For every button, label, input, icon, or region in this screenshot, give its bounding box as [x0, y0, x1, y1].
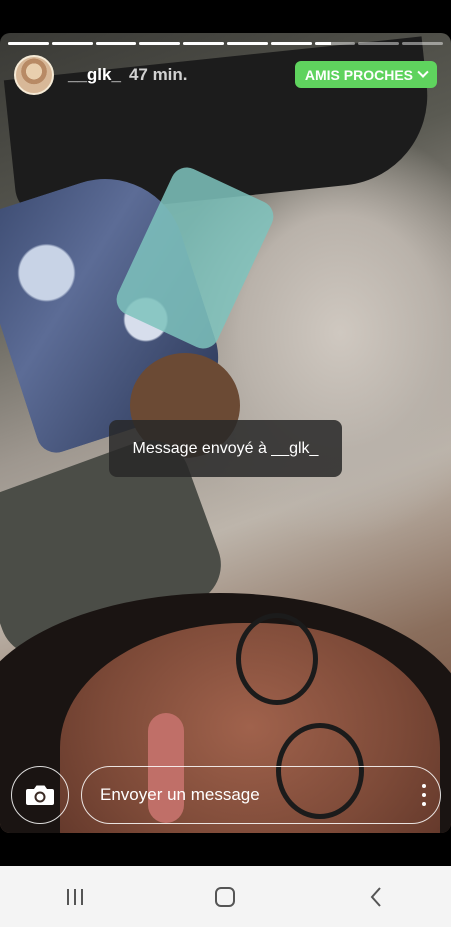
close-friends-badge[interactable]: AMIS PROCHES [294, 61, 437, 88]
toast-text: Message envoyé à __glk_ [132, 439, 319, 457]
camera-icon [26, 785, 54, 805]
message-input-placeholder: Envoyer un message [100, 785, 260, 804]
back-button[interactable] [346, 877, 406, 917]
more-vertical-icon[interactable] [421, 784, 427, 806]
android-navigation-bar [0, 866, 451, 927]
camera-button[interactable] [11, 766, 69, 824]
story-progress-segment [358, 42, 400, 45]
close-friends-label: AMIS PROCHES [304, 66, 413, 83]
story-progress-segment [183, 42, 224, 45]
story-header: __glk_ 47 min. AMIS PROCHES [14, 53, 437, 97]
story-progress-segment [51, 42, 93, 45]
story-progress-segment [402, 42, 443, 45]
message-sent-toast: Message envoyé à __glk_ [109, 420, 342, 477]
story-progress-bar [8, 42, 443, 45]
instagram-story-screen: __glk_ 47 min. AMIS PROCHES Message envo… [0, 0, 451, 927]
message-input[interactable]: Envoyer un message [81, 766, 441, 824]
story-username[interactable]: __glk_ [68, 65, 121, 85]
home-icon [215, 886, 236, 907]
story-progress-segment [139, 42, 181, 45]
avatar[interactable] [14, 55, 54, 95]
photo-region [236, 613, 318, 705]
home-button[interactable] [195, 877, 255, 917]
story-time: 47 min. [128, 65, 188, 84]
chevron-down-icon [417, 66, 429, 78]
story-progress-segment [95, 42, 137, 45]
back-icon [370, 886, 381, 907]
story-progress-segment [8, 42, 49, 45]
recent-apps-icon [67, 888, 84, 905]
recent-apps-button[interactable] [45, 877, 105, 917]
story-progress-segment [226, 42, 268, 45]
story-progress-segment [314, 42, 356, 45]
story-progress-segment [270, 42, 312, 45]
